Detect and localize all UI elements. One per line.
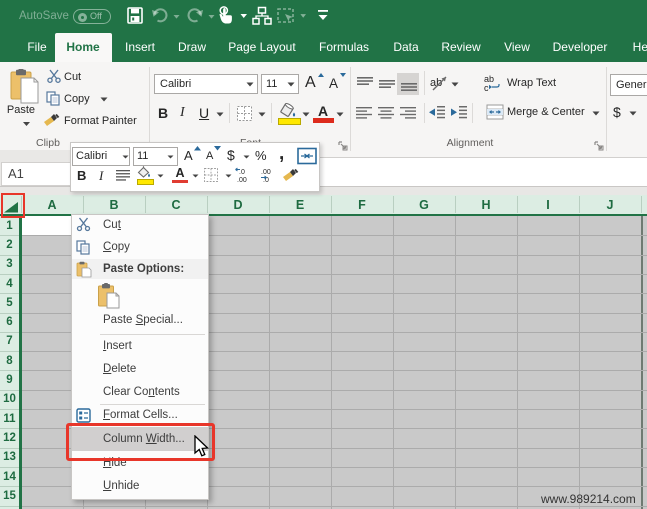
svg-text:.0: .0 <box>239 169 245 176</box>
svg-text:c: c <box>484 83 489 92</box>
svg-text:.00: .00 <box>237 177 247 183</box>
svg-text:.00: .00 <box>261 169 271 176</box>
